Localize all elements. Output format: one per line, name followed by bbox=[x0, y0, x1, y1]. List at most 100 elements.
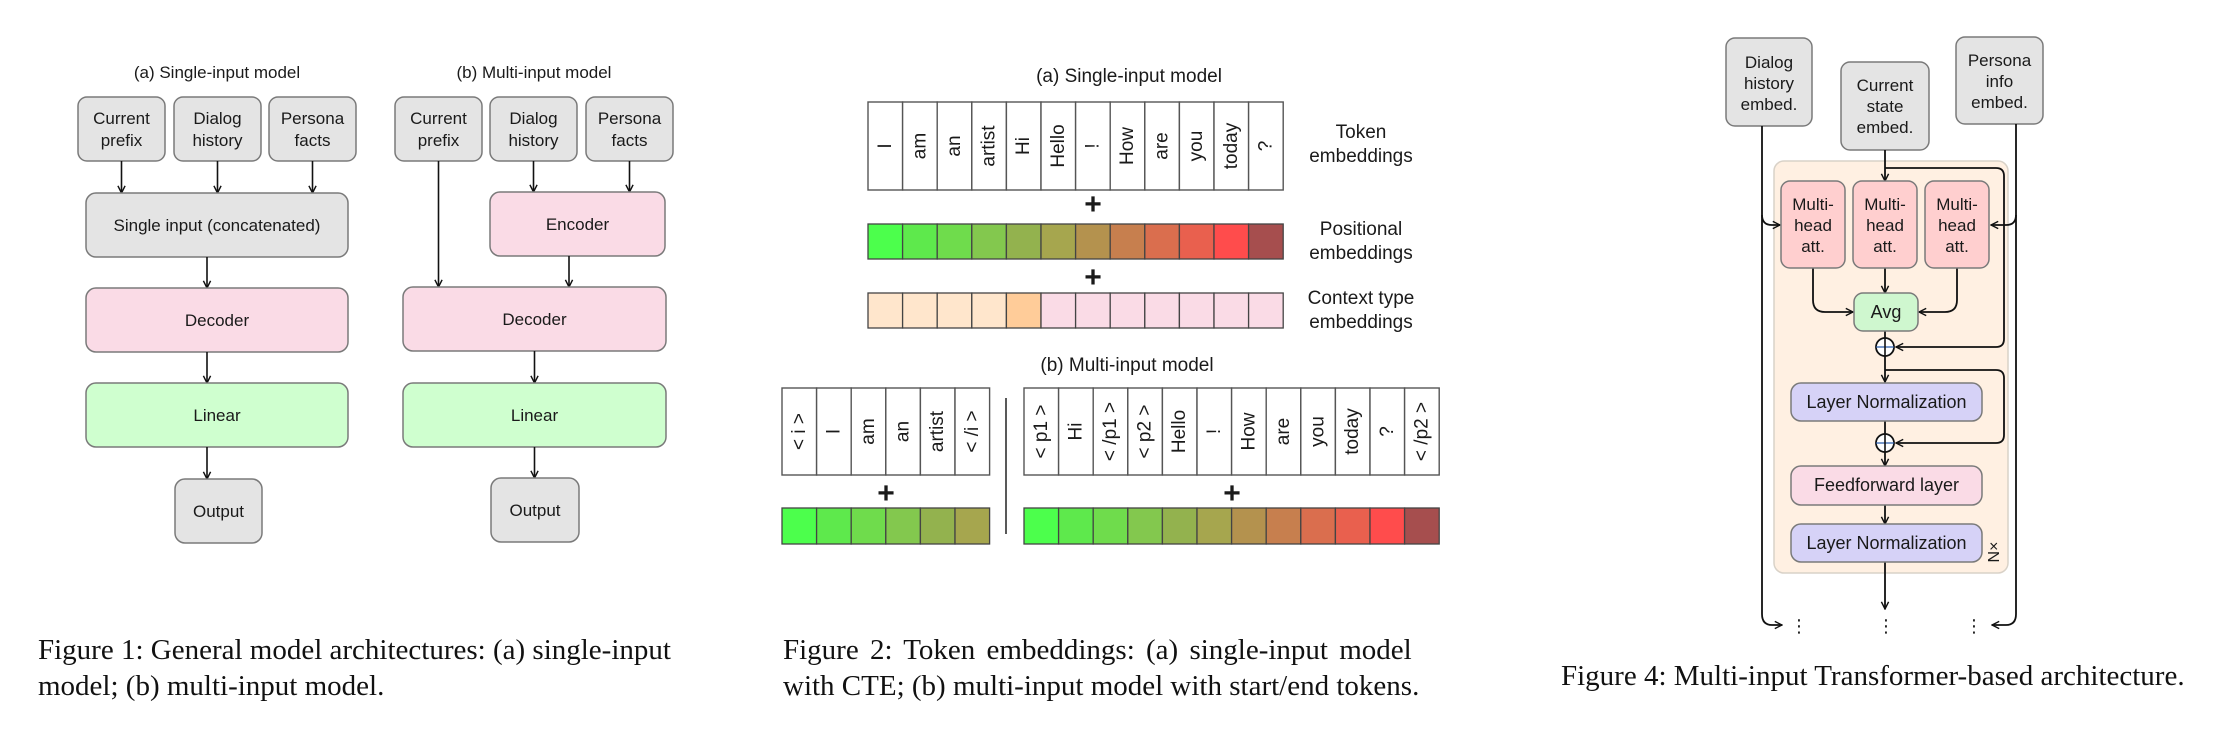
context-type-embedding-cell bbox=[1144, 292, 1181, 329]
repeat-n-label: N× bbox=[1986, 542, 2003, 563]
fig1b-input-dialog-history: Dialog history bbox=[489, 96, 578, 162]
positional-embedding-cell bbox=[1213, 223, 1250, 260]
fig1a-concat-box: Single input (concatenated) bbox=[85, 192, 349, 258]
figure-1: (a) Single-input model (b) Multi-input m… bbox=[77, 63, 674, 544]
token-cell: < i > bbox=[781, 387, 818, 476]
context-type-embedding-cell bbox=[1213, 292, 1250, 329]
svg-text:embeddings: embeddings bbox=[1309, 312, 1413, 333]
token-cell: ? bbox=[1247, 101, 1284, 191]
positional-embedding-cell bbox=[1127, 507, 1164, 545]
positional-embedding-cell bbox=[850, 507, 887, 545]
token-label: < /p1 > bbox=[1100, 402, 1121, 461]
figure-1-caption: Figure 1: General model architectures: (… bbox=[38, 632, 738, 704]
svg-text:Output: Output bbox=[509, 501, 560, 520]
token-label: I bbox=[875, 143, 896, 148]
svg-text:Current: Current bbox=[1857, 76, 1914, 95]
token-label: artist bbox=[979, 125, 1000, 167]
positional-embedding-cell bbox=[971, 223, 1008, 260]
caption-line: Figure 1: General model architectures: (… bbox=[38, 634, 671, 666]
token-cell: today bbox=[1334, 387, 1371, 476]
positional-embedding-cell bbox=[1300, 507, 1337, 545]
svg-text:Multi-: Multi- bbox=[1864, 195, 1906, 214]
svg-text:embeddings: embeddings bbox=[1309, 243, 1413, 264]
svg-text:Layer Normalization: Layer Normalization bbox=[1806, 533, 1966, 553]
fig4-feedforward: Feedforward layer bbox=[1790, 465, 1983, 506]
fig4-mha-dialog: Multi- head att. bbox=[1780, 180, 1846, 269]
fig2b-title: (b) Multi-input model bbox=[1040, 355, 1213, 376]
token-cell: < /i > bbox=[954, 387, 991, 476]
context-type-embedding-cell bbox=[1247, 292, 1284, 329]
fig2a-context-row bbox=[867, 292, 1284, 329]
svg-text:Decoder: Decoder bbox=[502, 310, 567, 329]
token-cell: are bbox=[1265, 387, 1302, 476]
token-label: Hello bbox=[1048, 124, 1069, 167]
svg-text:Layer Normalization: Layer Normalization bbox=[1806, 392, 1966, 412]
token-label: ? bbox=[1377, 426, 1398, 437]
token-label: today bbox=[1221, 122, 1242, 169]
fig2b-left-positional-row bbox=[781, 507, 991, 545]
context-type-embedding-cell bbox=[867, 292, 904, 329]
context-type-embedding-cell bbox=[1109, 292, 1146, 329]
token-label: < p1 > bbox=[1031, 405, 1052, 459]
fig1b-input-current-prefix: Current prefix bbox=[394, 96, 483, 162]
svg-text:prefix: prefix bbox=[101, 131, 143, 150]
svg-text:head: head bbox=[1938, 216, 1976, 235]
token-label: ! bbox=[1204, 429, 1225, 434]
token-cell: < p1 > bbox=[1023, 387, 1060, 476]
svg-text:Multi-: Multi- bbox=[1936, 195, 1978, 214]
svg-text:state: state bbox=[1867, 97, 1904, 116]
positional-embedding-cell bbox=[1334, 507, 1371, 545]
continuation-dots-icon: ⋮ bbox=[1965, 616, 1983, 636]
token-label: How bbox=[1238, 412, 1259, 450]
svg-text:Persona: Persona bbox=[598, 109, 662, 128]
positional-embedding-cell bbox=[936, 223, 973, 260]
residual-add-icon bbox=[1875, 433, 1895, 453]
caption-line: model; (b) multi-input model. bbox=[38, 670, 385, 702]
token-label: < /i > bbox=[962, 410, 983, 452]
token-cell: Hi bbox=[1005, 101, 1042, 191]
fig2a-label-context: Context type embeddings bbox=[1308, 288, 1415, 333]
figure-4-caption: Figure 4: Multi-input Transformer-based … bbox=[1561, 660, 2185, 692]
fig1a-title: (a) Single-input model bbox=[134, 63, 300, 82]
token-label: are bbox=[1152, 132, 1173, 159]
svg-text:Avg: Avg bbox=[1871, 302, 1902, 322]
positional-embedding-cell bbox=[1265, 507, 1302, 545]
fig4-input-dialog-history: Dialog history embed. bbox=[1725, 37, 1813, 127]
continuation-dots-icon: ⋮ bbox=[1877, 616, 1895, 636]
svg-text:Dialog: Dialog bbox=[509, 109, 557, 128]
fig2a-positional-row bbox=[867, 223, 1284, 260]
figure-2-caption: Figure 2: Token embeddings: (a) single-i… bbox=[783, 632, 1453, 704]
plus-sign: + bbox=[1084, 188, 1102, 221]
svg-text:Persona: Persona bbox=[1968, 51, 2032, 70]
svg-text:Output: Output bbox=[193, 502, 244, 521]
svg-text:head: head bbox=[1866, 216, 1904, 235]
token-cell: ! bbox=[1196, 387, 1233, 476]
token-label: Hi bbox=[1065, 423, 1086, 441]
svg-text:info: info bbox=[1986, 72, 2013, 91]
svg-text:embeddings: embeddings bbox=[1309, 146, 1413, 167]
token-label: Hello bbox=[1169, 410, 1190, 453]
positional-embedding-cell bbox=[1040, 223, 1077, 260]
positional-embedding-cell bbox=[954, 507, 991, 545]
token-label: ! bbox=[1082, 143, 1103, 148]
token-cell: ! bbox=[1074, 101, 1111, 191]
token-label: am bbox=[909, 133, 930, 159]
context-type-embedding-cell bbox=[1074, 292, 1111, 329]
token-label: How bbox=[1117, 127, 1138, 165]
token-cell: Hello bbox=[1040, 101, 1077, 191]
context-type-embedding-cell bbox=[936, 292, 973, 329]
token-cell: am bbox=[850, 387, 887, 476]
token-cell: you bbox=[1178, 101, 1215, 191]
svg-text:Single input (concatenated): Single input (concatenated) bbox=[114, 216, 321, 235]
svg-text:Current: Current bbox=[410, 109, 467, 128]
positional-embedding-cell bbox=[901, 223, 938, 260]
svg-text:att.: att. bbox=[1945, 237, 1969, 256]
token-cell: How bbox=[1109, 101, 1146, 191]
positional-embedding-cell bbox=[885, 507, 922, 545]
figure-4: Dialog history embed. Current state embe… bbox=[1725, 36, 2044, 636]
fig1b-title: (b) Multi-input model bbox=[457, 63, 612, 82]
positional-embedding-cell bbox=[1178, 223, 1215, 260]
svg-text:Current: Current bbox=[93, 109, 150, 128]
svg-text:history: history bbox=[508, 131, 559, 150]
token-cell: today bbox=[1213, 101, 1250, 191]
